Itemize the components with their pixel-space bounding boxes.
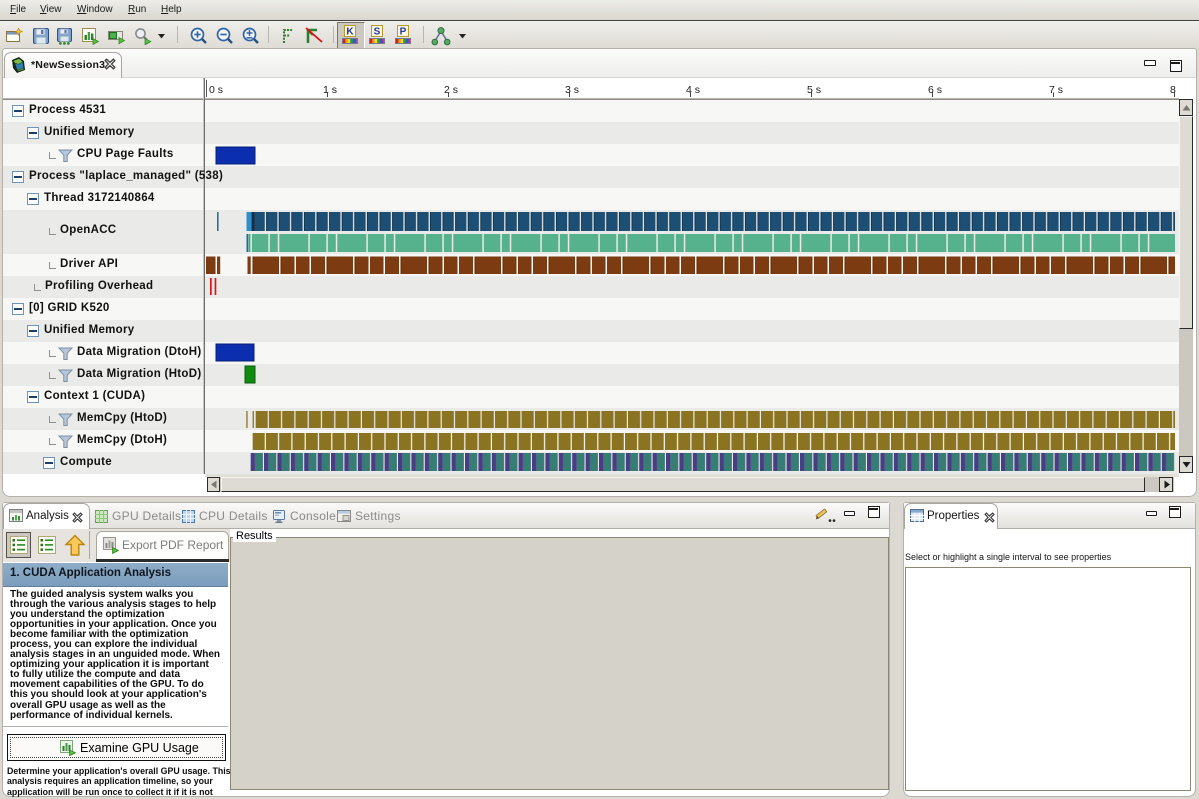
svg-text:5 s: 5 s: [807, 84, 821, 96]
svg-text:1 s: 1 s: [323, 84, 337, 96]
svg-text:7 s: 7 s: [1049, 84, 1063, 96]
svg-text:3 s: 3 s: [565, 84, 579, 96]
svg-text:2 s: 2 s: [444, 84, 458, 96]
svg-text:K: K: [346, 27, 354, 38]
svg-text:4 s: 4 s: [686, 84, 700, 96]
svg-text:6 s: 6 s: [928, 84, 942, 96]
svg-text:8 s: 8 s: [1170, 84, 1184, 96]
svg-text:0 s: 0 s: [209, 84, 223, 96]
svg-text:S: S: [374, 27, 381, 38]
svg-text:P: P: [400, 27, 407, 38]
